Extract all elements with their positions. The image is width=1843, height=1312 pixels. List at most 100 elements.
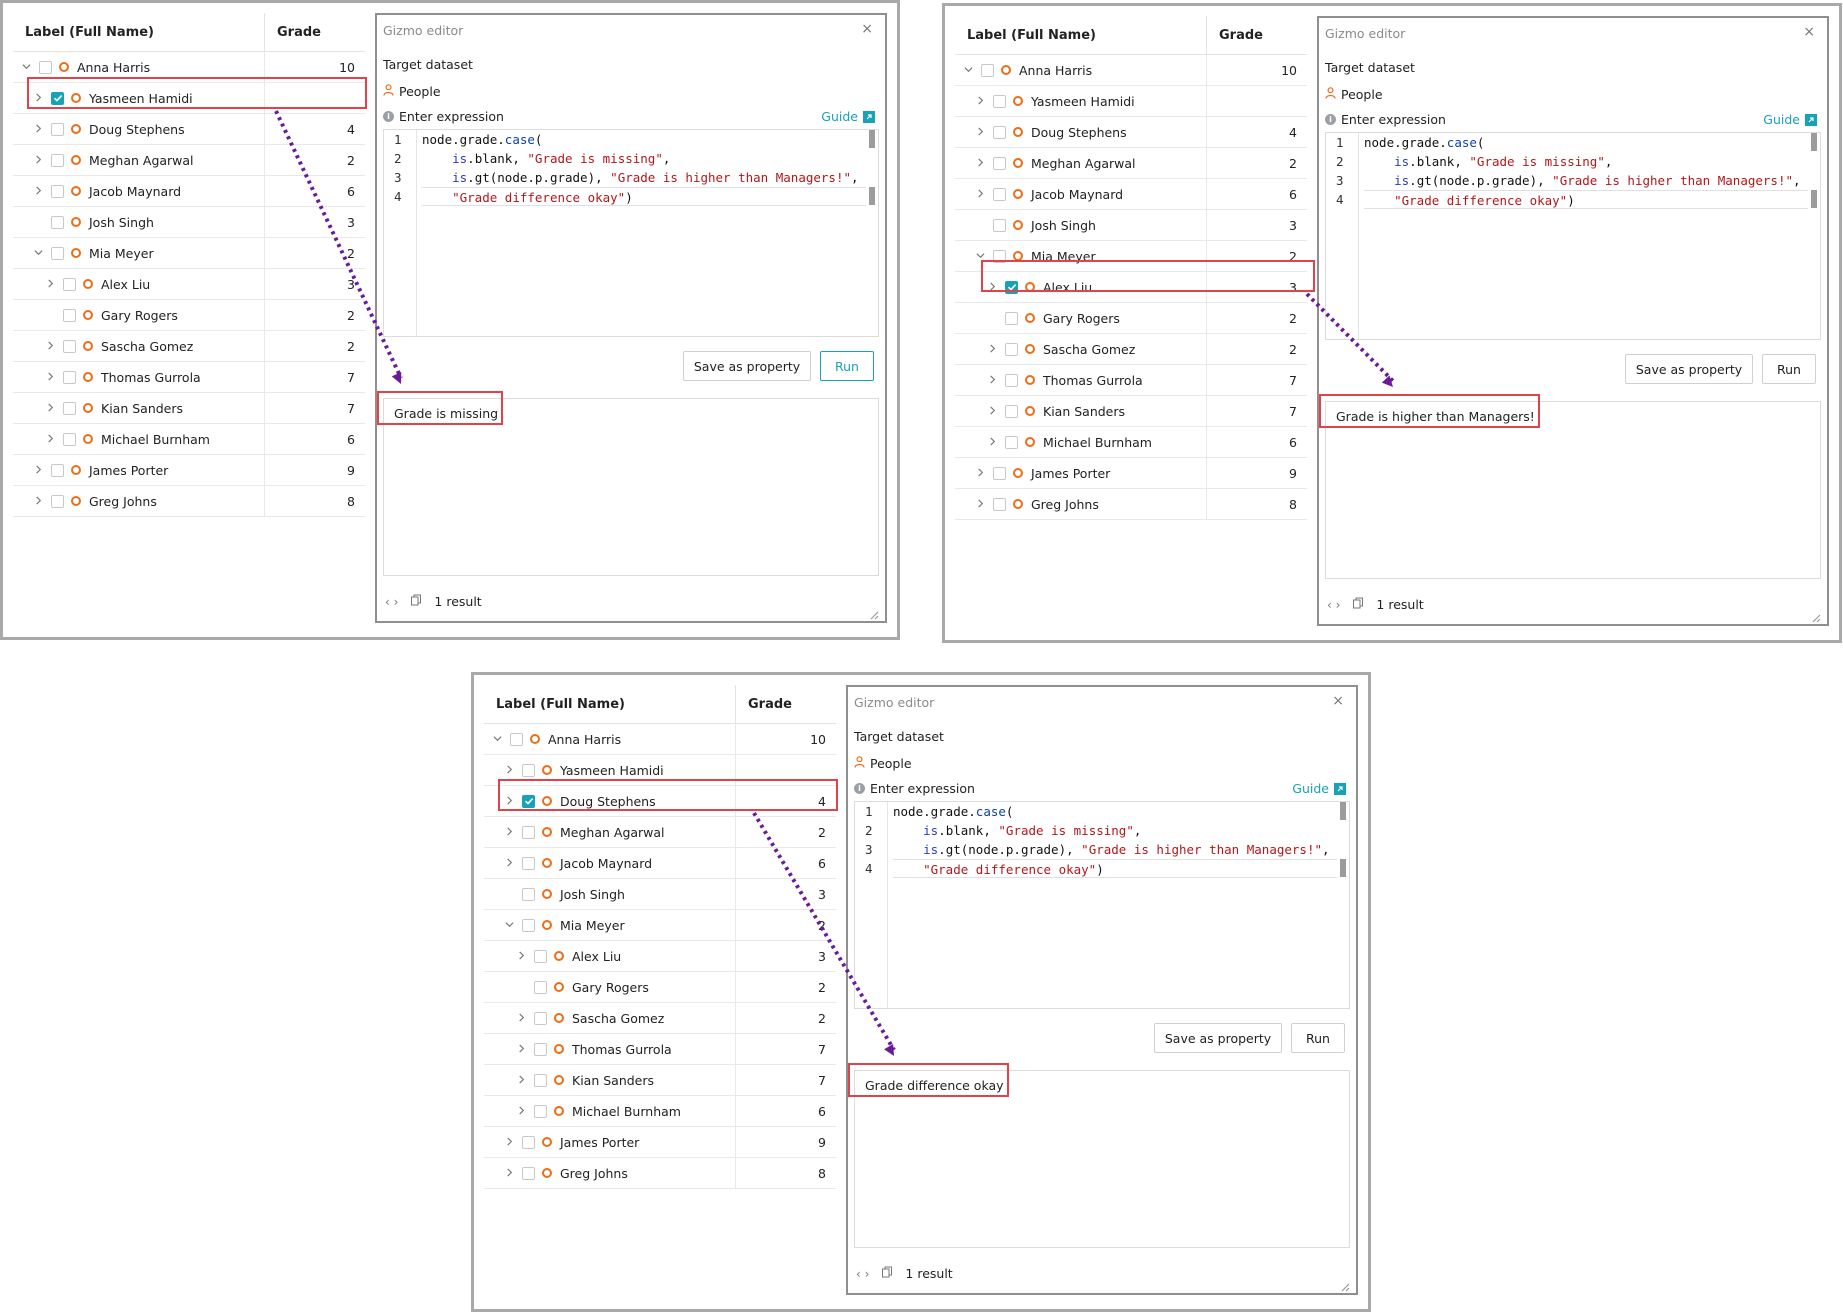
guide-link[interactable]: Guide xyxy=(821,109,875,124)
table-row[interactable]: Sascha Gomez 2 xyxy=(13,331,365,362)
chevron-right-icon[interactable] xyxy=(973,498,987,511)
row-checkbox[interactable] xyxy=(63,401,76,415)
chevron-right-icon[interactable] xyxy=(514,1105,528,1118)
chevron-down-icon[interactable] xyxy=(502,919,516,932)
close-icon[interactable]: × xyxy=(1332,693,1344,709)
table-row[interactable]: Doug Stephens 4 xyxy=(13,114,365,145)
row-checkbox[interactable] xyxy=(993,497,1006,511)
chevron-right-icon[interactable] xyxy=(43,433,57,446)
table-row[interactable]: James Porter 9 xyxy=(13,455,365,486)
column-header-label[interactable]: Label (Full Name) xyxy=(955,16,1207,54)
table-row[interactable]: Mia Meyer 2 xyxy=(13,238,365,269)
run-button[interactable]: Run xyxy=(1291,1023,1345,1053)
table-row[interactable]: Meghan Agarwal 2 xyxy=(484,817,836,848)
table-row[interactable]: Greg Johns 8 xyxy=(484,1158,836,1189)
code-scrollbar-lower[interactable] xyxy=(1340,859,1346,877)
chevron-right-icon[interactable] xyxy=(973,157,987,170)
chevron-right-icon[interactable] xyxy=(985,374,999,387)
table-row[interactable]: Michael Burnham 6 xyxy=(13,424,365,455)
chevron-right-icon[interactable] xyxy=(43,340,57,353)
code-icon[interactable]: ‹ › xyxy=(1327,598,1340,612)
chevron-right-icon[interactable] xyxy=(985,343,999,356)
table-row[interactable]: Thomas Gurrola 7 xyxy=(484,1034,836,1065)
table-row[interactable]: Jacob Maynard 6 xyxy=(13,176,365,207)
table-row[interactable]: Thomas Gurrola 7 xyxy=(13,362,365,393)
chevron-right-icon[interactable] xyxy=(43,278,57,291)
close-icon[interactable]: × xyxy=(861,21,873,37)
table-row[interactable]: Alex Liu 3 xyxy=(484,941,836,972)
chevron-right-icon[interactable] xyxy=(514,950,528,963)
save-as-property-button[interactable]: Save as property xyxy=(1625,354,1753,384)
row-checkbox[interactable] xyxy=(51,463,64,477)
code-icon[interactable]: ‹ › xyxy=(385,595,398,609)
row-checkbox[interactable] xyxy=(534,980,547,994)
table-row[interactable]: Greg Johns 8 xyxy=(13,486,365,517)
chevron-right-icon[interactable] xyxy=(502,795,516,808)
table-row[interactable]: Gary Rogers 2 xyxy=(484,972,836,1003)
code-icon[interactable]: ‹ › xyxy=(856,1267,869,1281)
table-row[interactable]: Doug Stephens 4 xyxy=(955,117,1307,148)
table-row[interactable]: James Porter 9 xyxy=(484,1127,836,1158)
row-checkbox[interactable] xyxy=(993,94,1006,108)
row-checkbox[interactable] xyxy=(534,1104,547,1118)
table-row[interactable]: Greg Johns 8 xyxy=(955,489,1307,520)
column-header-label[interactable]: Label (Full Name) xyxy=(13,13,265,51)
table-row[interactable]: Kian Sanders 7 xyxy=(955,396,1307,427)
save-as-property-button[interactable]: Save as property xyxy=(1154,1023,1282,1053)
chevron-down-icon[interactable] xyxy=(961,64,975,77)
table-row[interactable]: Meghan Agarwal 2 xyxy=(13,145,365,176)
code-scrollbar[interactable] xyxy=(1811,133,1817,151)
table-row[interactable]: Josh Singh 3 xyxy=(955,210,1307,241)
table-row[interactable]: Doug Stephens 4 xyxy=(484,786,836,817)
chevron-right-icon[interactable] xyxy=(31,185,45,198)
chevron-right-icon[interactable] xyxy=(31,92,45,105)
row-checkbox[interactable] xyxy=(51,91,64,105)
resize-handle-icon[interactable] xyxy=(1811,608,1821,623)
table-row[interactable]: Kian Sanders 7 xyxy=(484,1065,836,1096)
chevron-right-icon[interactable] xyxy=(31,495,45,508)
column-header-grade[interactable]: Grade xyxy=(265,25,365,40)
row-checkbox[interactable] xyxy=(522,918,535,932)
chevron-down-icon[interactable] xyxy=(973,250,987,263)
table-row[interactable]: Jacob Maynard 6 xyxy=(955,179,1307,210)
save-as-property-button[interactable]: Save as property xyxy=(683,351,811,381)
column-header-grade[interactable]: Grade xyxy=(736,697,836,712)
chevron-right-icon[interactable] xyxy=(985,436,999,449)
chevron-right-icon[interactable] xyxy=(514,1012,528,1025)
row-checkbox[interactable] xyxy=(510,732,523,746)
row-checkbox[interactable] xyxy=(51,184,64,198)
row-checkbox[interactable] xyxy=(51,153,64,167)
chevron-right-icon[interactable] xyxy=(502,764,516,777)
row-checkbox[interactable] xyxy=(1005,373,1018,387)
chevron-right-icon[interactable] xyxy=(985,405,999,418)
chevron-right-icon[interactable] xyxy=(502,1167,516,1180)
expression-code-editor[interactable]: 1 2 3 4 node.grade.case( is.blank, "Grade is… xyxy=(1325,132,1821,340)
table-row[interactable]: Gary Rogers 2 xyxy=(955,303,1307,334)
guide-link[interactable]: Guide xyxy=(1763,112,1817,127)
expression-code-editor[interactable]: 1 2 3 4 node.grade.case( is.blank, "Grade is… xyxy=(854,801,1350,1009)
table-row[interactable]: Mia Meyer 2 xyxy=(484,910,836,941)
row-checkbox[interactable] xyxy=(993,125,1006,139)
run-button[interactable]: Run xyxy=(1762,354,1816,384)
resize-handle-icon[interactable] xyxy=(1340,1277,1350,1292)
dataset-selector[interactable]: People xyxy=(1325,87,1383,102)
copy-icon[interactable] xyxy=(410,594,422,609)
table-row[interactable]: Gary Rogers 2 xyxy=(13,300,365,331)
chevron-right-icon[interactable] xyxy=(31,464,45,477)
run-button[interactable]: Run xyxy=(820,351,874,381)
chevron-down-icon[interactable] xyxy=(31,247,45,260)
row-checkbox[interactable] xyxy=(63,339,76,353)
column-header-label[interactable]: Label (Full Name) xyxy=(484,685,736,723)
row-checkbox[interactable] xyxy=(993,466,1006,480)
table-row[interactable]: Alex Liu 3 xyxy=(955,272,1307,303)
table-row[interactable]: Josh Singh 3 xyxy=(13,207,365,238)
row-checkbox[interactable] xyxy=(51,246,64,260)
row-checkbox[interactable] xyxy=(63,277,76,291)
chevron-right-icon[interactable] xyxy=(973,95,987,108)
chevron-down-icon[interactable] xyxy=(19,61,33,74)
copy-icon[interactable] xyxy=(881,1266,893,1281)
row-checkbox[interactable] xyxy=(993,249,1006,263)
expression-code-editor[interactable]: 1 2 3 4 node.grade.case( is.blank, "Grade is… xyxy=(383,129,879,337)
dataset-selector[interactable]: People xyxy=(383,84,441,99)
table-row[interactable]: Kian Sanders 7 xyxy=(13,393,365,424)
